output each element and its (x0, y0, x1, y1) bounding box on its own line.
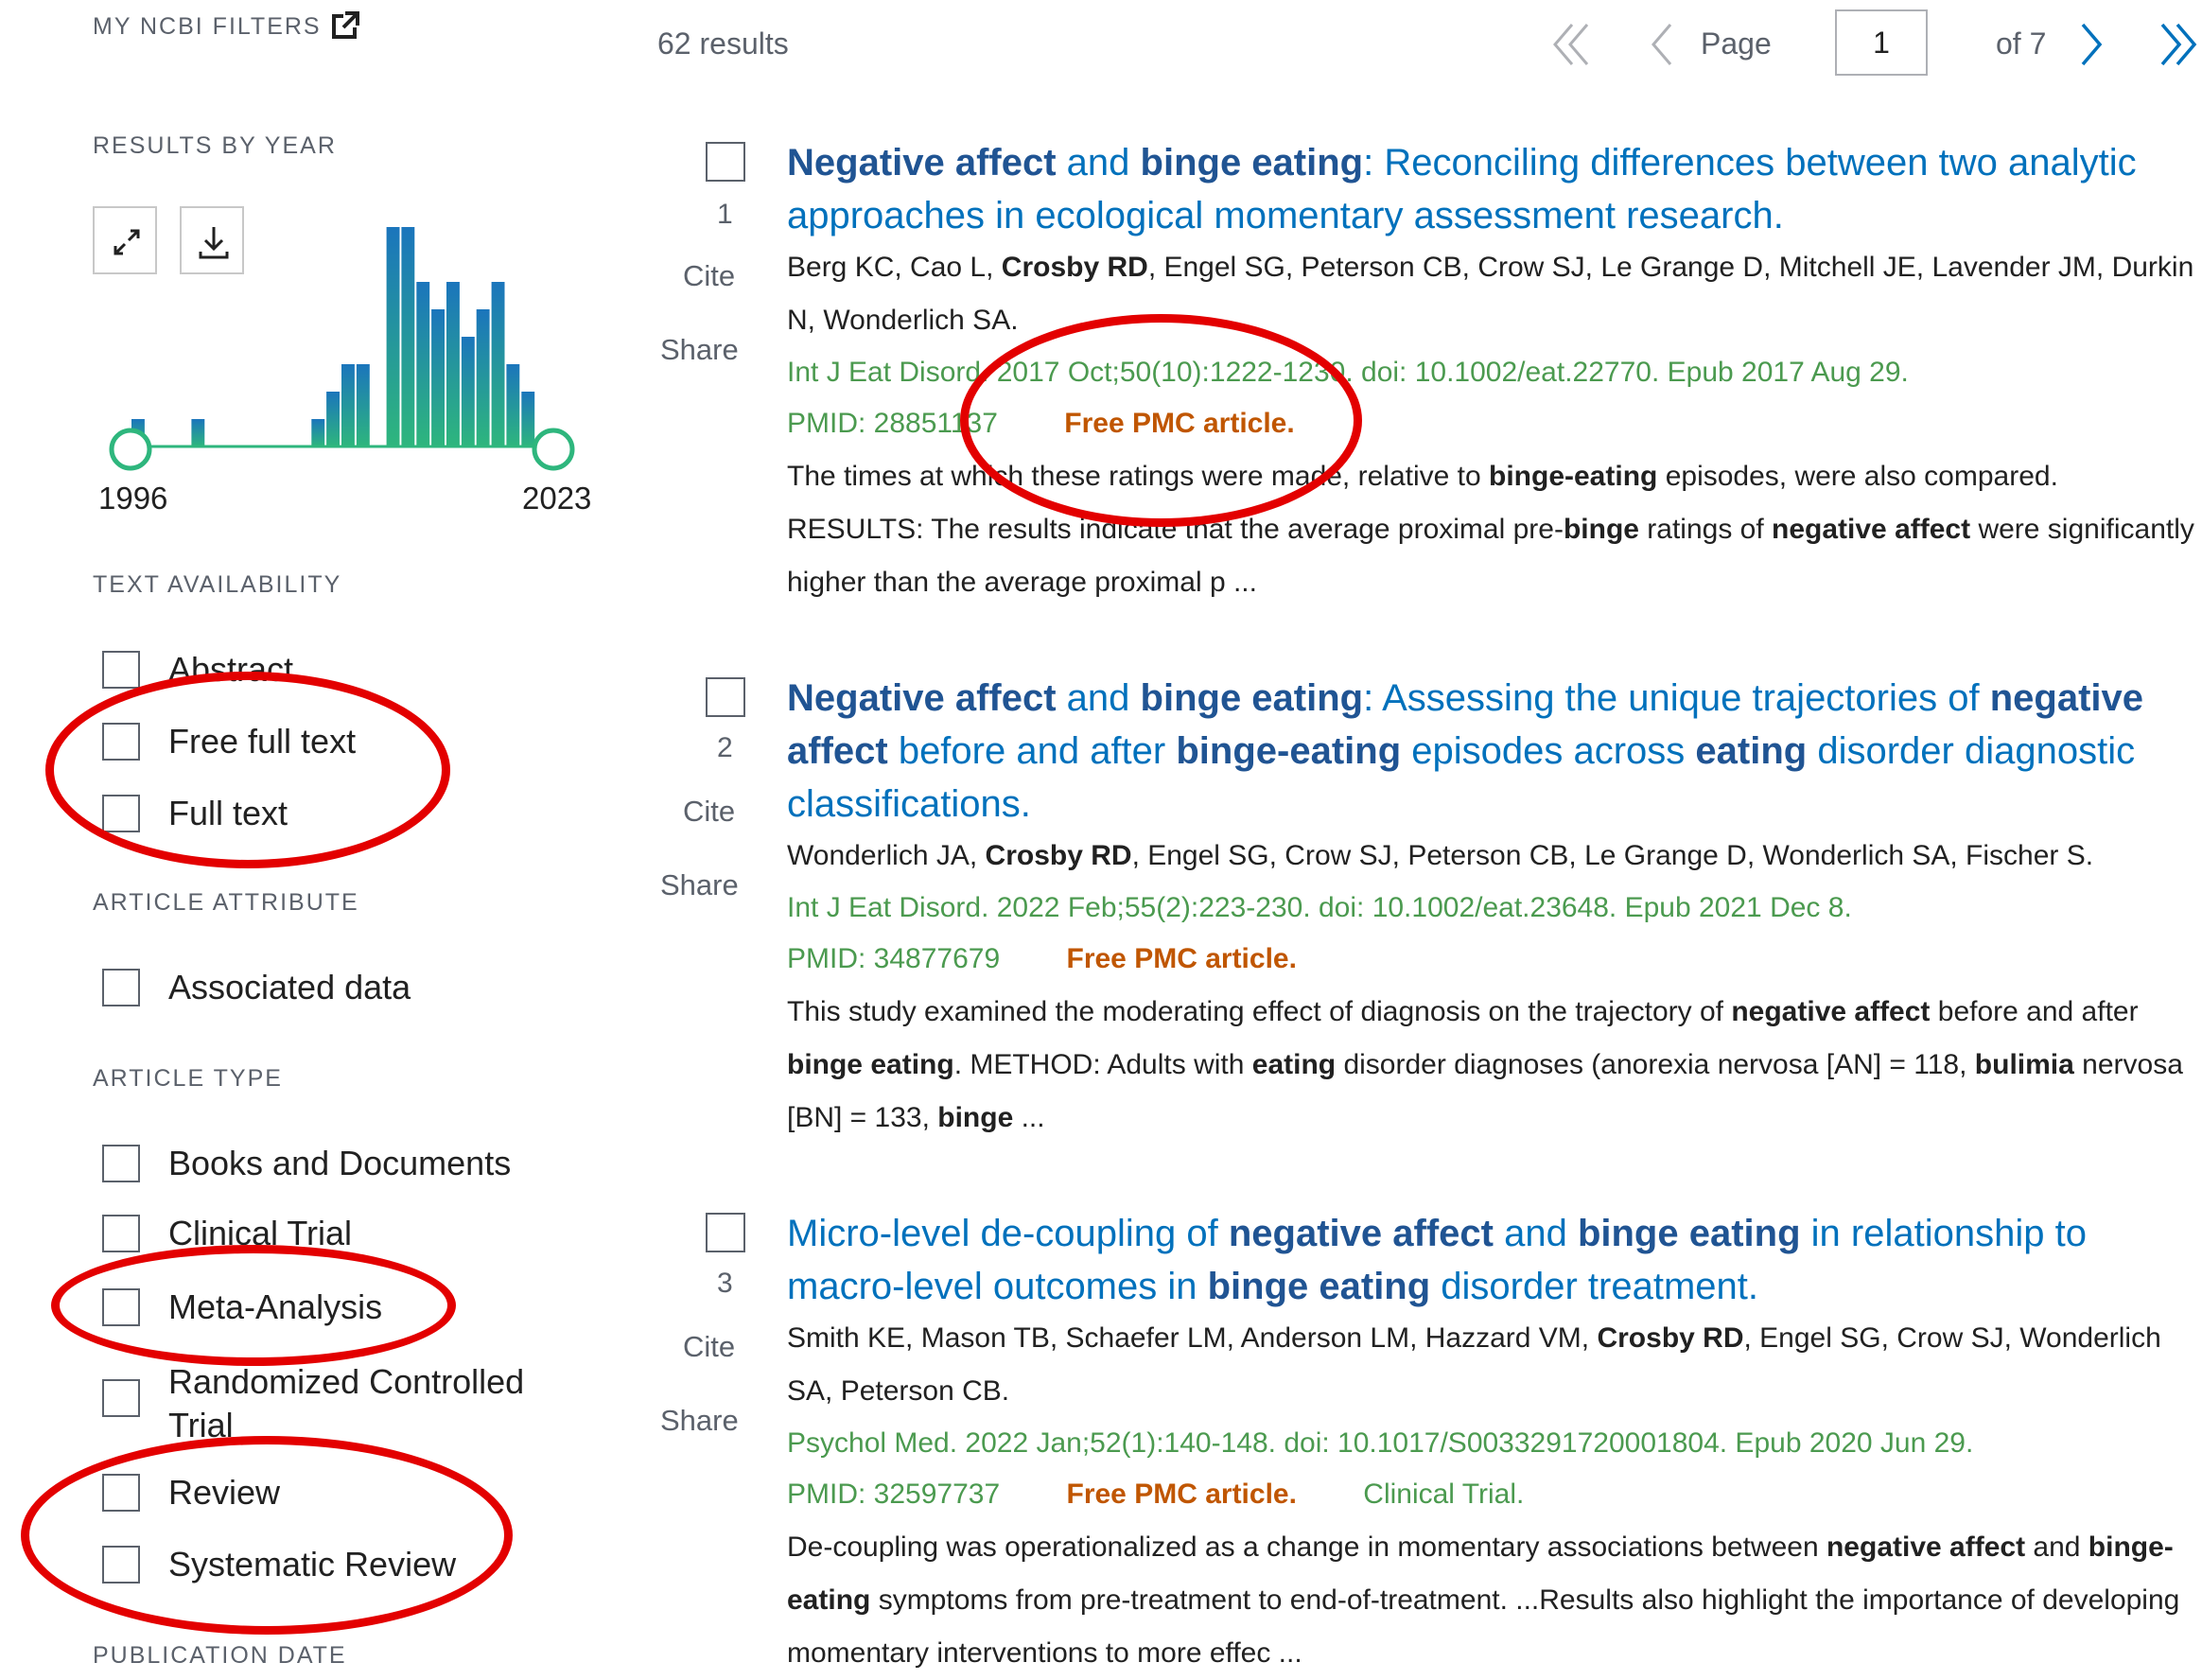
select-result-checkbox[interactable] (706, 1213, 745, 1252)
result-title-link[interactable]: Negative affect and binge eating: Assess… (787, 672, 2196, 831)
first-page-icon[interactable] (1547, 21, 1595, 68)
page-label: Page (1701, 26, 1772, 61)
result-authors: Berg KC, Cao L, Crosby RD, Engel SG, Pet… (787, 252, 2194, 336)
year-bar-2017[interactable] (446, 282, 460, 446)
filter-label: Review (168, 1473, 281, 1512)
filter-checkbox[interactable] (102, 1379, 140, 1417)
share-button[interactable]: Share (660, 333, 739, 367)
filter-checkbox[interactable] (102, 969, 140, 1006)
last-page-icon[interactable] (2155, 21, 2202, 68)
filter-label: Abstract (168, 650, 294, 689)
result-snippet: The times at which these ratings were ma… (787, 461, 2194, 598)
article-attribute-heading: ARTICLE ATTRIBUTE (93, 889, 359, 916)
result-citation: Int J Eat Disord. 2017 Oct;50(10):1222-1… (787, 357, 1909, 388)
year-end-slider-handle[interactable] (532, 428, 575, 471)
filter-checkbox[interactable] (102, 651, 140, 689)
year-start-label: 1996 (98, 481, 168, 516)
year-bar-2010[interactable] (341, 364, 355, 446)
filter-checkbox[interactable] (102, 1145, 140, 1182)
filter-label: Systematic Review (168, 1545, 457, 1584)
result-pmid: PMID: 32597737 (787, 1479, 1001, 1510)
cite-button[interactable]: Cite (683, 259, 735, 293)
result-title-link[interactable]: Negative affect and binge eating: Reconc… (787, 136, 2196, 242)
text-availability-heading: TEXT AVAILABILITY (93, 571, 342, 598)
free-pmc-article-badge: Free PMC article. (1064, 408, 1295, 439)
select-result-checkbox[interactable] (706, 142, 745, 182)
year-bar-2016[interactable] (431, 309, 445, 446)
year-start-slider-handle[interactable] (109, 428, 152, 471)
annotation-oval-full-text-filters (45, 672, 450, 868)
result-number: 2 (717, 732, 733, 763)
my-ncbi-filters-heading[interactable]: MY NCBI FILTERS (93, 13, 322, 41)
filter-label: Full text (168, 794, 288, 832)
result-pmid: PMID: 28851137 (787, 408, 998, 439)
page-number-input[interactable] (1835, 9, 1928, 76)
filter-checkbox[interactable] (102, 1546, 140, 1584)
results-by-year-heading: RESULTS BY YEAR (93, 132, 337, 159)
results-count: 62 results (657, 26, 789, 61)
year-bar-2021[interactable] (506, 364, 520, 446)
result-citation: Int J Eat Disord. 2022 Feb;55(2):223-230… (787, 892, 1852, 923)
filter-checkbox[interactable] (102, 1474, 140, 1512)
result-authors: Smith KE, Mason TB, Schaefer LM, Anderso… (787, 1322, 2161, 1407)
free-pmc-article-badge: Free PMC article. (1066, 943, 1297, 974)
page-of-label: of 7 (1996, 26, 2047, 61)
year-bar-2008[interactable] (311, 419, 325, 446)
result-pmid: PMID: 34877679 (787, 943, 1001, 974)
filter-label: Associated data (168, 968, 411, 1006)
publication-date-heading: PUBLICATION DATE (93, 1642, 347, 1669)
filter-label: Randomized Controlled Trial (168, 1362, 525, 1444)
share-button[interactable]: Share (660, 868, 739, 902)
cite-button[interactable]: Cite (683, 795, 735, 829)
filter-checkbox[interactable] (102, 723, 140, 761)
filter-checkbox[interactable] (102, 1288, 140, 1326)
result-meta: PMID: 28851137 Free PMC article. (787, 397, 2196, 450)
year-bar-2014[interactable] (401, 227, 415, 446)
filter-checkbox[interactable] (102, 1215, 140, 1252)
filter-checkbox[interactable] (102, 795, 140, 832)
year-bar-2019[interactable] (476, 309, 490, 446)
result-citation: Psychol Med. 2022 Jan;52(1):140-148. doi… (787, 1427, 1974, 1459)
year-bar-2011[interactable] (356, 364, 370, 446)
filter-label: Meta-Analysis (168, 1287, 383, 1326)
results-by-year-chart[interactable] (85, 199, 596, 482)
result-snippet: This study examined the moderating effec… (787, 996, 2183, 1133)
cite-button[interactable]: Cite (683, 1330, 735, 1364)
year-bar-2022[interactable] (521, 392, 535, 446)
filter-label: Books and Documents (168, 1144, 512, 1182)
result-authors: Wonderlich JA, Crosby RD, Engel SG, Crow… (787, 840, 2094, 871)
year-bar-2000[interactable] (191, 419, 205, 446)
annotation-oval-review-filters (21, 1436, 513, 1635)
publication-type-badge: Clinical Trial. (1363, 1479, 1525, 1510)
year-bar-2009[interactable] (326, 392, 340, 446)
article-type-heading: ARTICLE TYPE (93, 1065, 283, 1092)
next-page-icon[interactable] (2075, 21, 2109, 68)
year-bar-2013[interactable] (386, 227, 400, 446)
result-meta: PMID: 32597737 Free PMC article. Clinica… (787, 1468, 2196, 1521)
year-end-label: 2023 (522, 481, 592, 516)
select-result-checkbox[interactable] (706, 677, 745, 717)
year-bar-2015[interactable] (416, 282, 430, 446)
result-number: 1 (717, 199, 733, 230)
year-bar-2018[interactable] (461, 337, 475, 446)
filter-label: Clinical Trial (168, 1214, 353, 1252)
result-title-link[interactable]: Micro-level de-coupling of negative affe… (787, 1207, 2196, 1313)
external-link-icon[interactable] (331, 11, 359, 40)
previous-page-icon[interactable] (1644, 21, 1678, 68)
result-number: 3 (717, 1268, 733, 1299)
result-snippet: De-coupling was operationalized as a cha… (787, 1531, 2180, 1669)
year-bar-2020[interactable] (491, 282, 505, 446)
share-button[interactable]: Share (660, 1404, 739, 1438)
free-pmc-article-badge: Free PMC article. (1066, 1479, 1297, 1510)
filter-label: Free full text (168, 722, 357, 761)
result-meta: PMID: 34877679 Free PMC article. (787, 933, 2196, 986)
